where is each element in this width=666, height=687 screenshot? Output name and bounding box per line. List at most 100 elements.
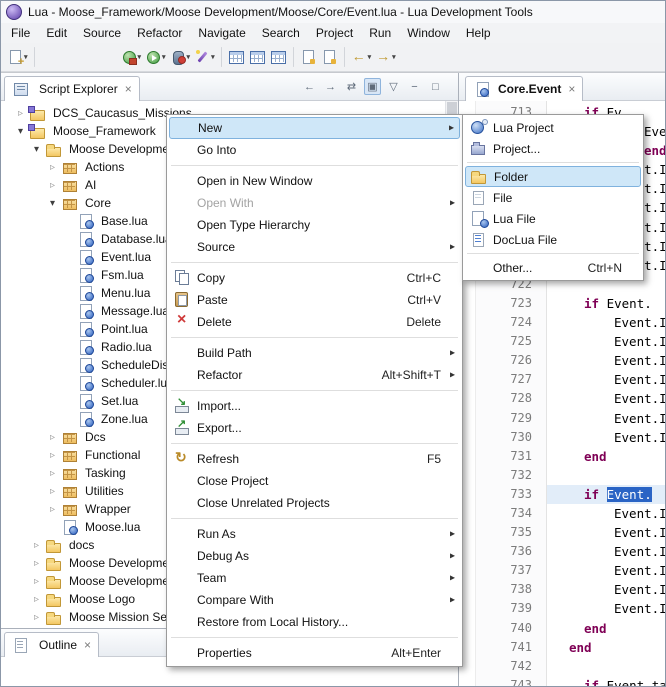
code-line[interactable]: Event.Ini bbox=[547, 504, 665, 523]
menubar-item[interactable]: Run bbox=[361, 24, 399, 42]
toolbar-separator[interactable] bbox=[34, 47, 35, 67]
link-with-editor-icon[interactable]: ⇄ bbox=[343, 78, 360, 95]
close-icon[interactable]: × bbox=[568, 82, 575, 96]
twistie-icon[interactable] bbox=[29, 558, 44, 569]
twistie-icon[interactable] bbox=[45, 162, 60, 173]
menu-item[interactable]: Import... bbox=[169, 395, 460, 417]
menu-item[interactable]: File bbox=[465, 187, 641, 208]
prev-annotation-icon[interactable] bbox=[319, 44, 340, 70]
code-line[interactable]: Event.Ini bbox=[547, 370, 665, 389]
code-line[interactable]: end bbox=[547, 619, 665, 638]
run-icon[interactable]: ▾ bbox=[143, 44, 168, 70]
menu-item[interactable] bbox=[465, 159, 641, 166]
menu-item[interactable] bbox=[169, 514, 460, 523]
menu-item[interactable] bbox=[169, 333, 460, 342]
menu-item[interactable]: Compare With bbox=[169, 589, 460, 611]
code-line[interactable]: end bbox=[547, 638, 665, 657]
table-view-icon[interactable] bbox=[247, 44, 268, 70]
menu-item[interactable]: Run As bbox=[169, 523, 460, 545]
code-line[interactable]: Event.Ini bbox=[547, 523, 665, 542]
code-line[interactable]: Event.Ini bbox=[547, 580, 665, 599]
menu-item[interactable] bbox=[169, 386, 460, 395]
twistie-icon[interactable] bbox=[13, 126, 28, 137]
debug-icon[interactable]: ▾ bbox=[168, 44, 193, 70]
twistie-icon[interactable] bbox=[29, 594, 44, 605]
menu-item[interactable] bbox=[169, 439, 460, 448]
close-icon[interactable]: × bbox=[84, 638, 91, 652]
menubar-item[interactable]: Edit bbox=[38, 24, 75, 42]
menu-item[interactable] bbox=[169, 633, 460, 642]
next-annotation-icon[interactable] bbox=[298, 44, 319, 70]
code-line[interactable]: Event.Ini bbox=[547, 389, 665, 408]
focus-icon[interactable]: ▣ bbox=[364, 78, 381, 95]
menu-item[interactable]: Close Project bbox=[169, 470, 460, 492]
code-line[interactable] bbox=[547, 466, 665, 485]
toolbar-separator[interactable] bbox=[221, 47, 222, 67]
twistie-icon[interactable] bbox=[29, 540, 44, 551]
menu-item[interactable] bbox=[169, 161, 460, 170]
menu-item[interactable]: Folder bbox=[465, 166, 641, 187]
menu-item[interactable]: Lua Project bbox=[465, 117, 641, 138]
code-line[interactable]: end bbox=[547, 447, 665, 466]
menu-item[interactable]: Delete Delete bbox=[169, 311, 460, 333]
menu-item[interactable]: Debug As bbox=[169, 545, 460, 567]
menu-item[interactable]: Refactor Alt+Shift+T bbox=[169, 364, 460, 386]
menu-item[interactable]: Other... Ctrl+N bbox=[465, 257, 641, 278]
twistie-icon[interactable] bbox=[29, 612, 44, 623]
twistie-icon[interactable] bbox=[45, 432, 60, 443]
menu-item[interactable]: Copy Ctrl+C bbox=[169, 267, 460, 289]
code-line[interactable]: Event.Ini bbox=[547, 561, 665, 580]
menu-item[interactable]: New bbox=[169, 117, 460, 139]
back-icon[interactable]: ← bbox=[301, 78, 318, 95]
forward-icon[interactable]: → bbox=[322, 78, 339, 95]
toolbar-gap[interactable] bbox=[39, 44, 119, 70]
code-line[interactable]: Event.Ini bbox=[547, 332, 665, 351]
twistie-icon[interactable] bbox=[45, 450, 60, 461]
menu-item[interactable]: Go Into bbox=[169, 139, 460, 161]
table-view-icon[interactable] bbox=[226, 44, 247, 70]
code-line[interactable]: Event.Ini bbox=[547, 428, 665, 447]
code-line[interactable] bbox=[547, 657, 665, 676]
view-menu-icon[interactable]: ▽ bbox=[385, 78, 402, 95]
twistie-icon[interactable] bbox=[45, 468, 60, 479]
menu-item[interactable] bbox=[465, 250, 641, 257]
code-line[interactable]: Event.Ini bbox=[547, 599, 665, 618]
menu-item[interactable]: Team bbox=[169, 567, 460, 589]
menu-item[interactable]: Project... bbox=[465, 138, 641, 159]
twistie-icon[interactable] bbox=[13, 108, 28, 119]
code-line[interactable]: if Event. bbox=[547, 485, 665, 504]
tab-outline[interactable]: Outline × bbox=[4, 632, 99, 657]
menubar-item[interactable]: Window bbox=[399, 24, 458, 42]
menubar-item[interactable]: Help bbox=[458, 24, 499, 42]
menubar-item[interactable]: Search bbox=[254, 24, 308, 42]
menubar-item[interactable]: File bbox=[3, 24, 38, 42]
code-line[interactable]: Event.Ini bbox=[547, 313, 665, 332]
forward-history-icon[interactable]: ▾ bbox=[373, 44, 398, 70]
menubar-item[interactable]: Refactor bbox=[129, 24, 190, 42]
menu-item[interactable]: Open With bbox=[169, 192, 460, 214]
toolbar-separator[interactable] bbox=[344, 47, 345, 67]
tab-core-event[interactable]: Core.Event × bbox=[465, 76, 583, 101]
tab-script-explorer[interactable]: Script Explorer × bbox=[4, 76, 140, 101]
code-line[interactable]: Event.Ini bbox=[547, 351, 665, 370]
menu-item[interactable]: Open Type Hierarchy bbox=[169, 214, 460, 236]
minimize-icon[interactable]: − bbox=[406, 78, 423, 95]
menu-item[interactable]: Open in New Window bbox=[169, 170, 460, 192]
menu-item[interactable]: Close Unrelated Projects bbox=[169, 492, 460, 514]
toolbar-separator[interactable] bbox=[293, 47, 294, 67]
menu-item[interactable]: Properties Alt+Enter bbox=[169, 642, 460, 664]
twistie-icon[interactable] bbox=[45, 180, 60, 191]
twistie-icon[interactable] bbox=[29, 576, 44, 587]
external-tools-icon[interactable]: ▾ bbox=[119, 44, 144, 70]
twistie-icon[interactable] bbox=[45, 486, 60, 497]
menu-item[interactable]: Paste Ctrl+V bbox=[169, 289, 460, 311]
menu-item[interactable]: Source bbox=[169, 236, 460, 258]
menu-item[interactable]: Export... bbox=[169, 417, 460, 439]
table-view-icon[interactable] bbox=[268, 44, 289, 70]
menubar-item[interactable]: Source bbox=[75, 24, 129, 42]
code-line[interactable]: Event.Ini bbox=[547, 542, 665, 561]
twistie-icon[interactable] bbox=[45, 504, 60, 515]
maximize-icon[interactable]: □ bbox=[427, 78, 444, 95]
code-line[interactable]: if Event.ta bbox=[547, 676, 665, 686]
twistie-icon[interactable] bbox=[29, 144, 44, 155]
